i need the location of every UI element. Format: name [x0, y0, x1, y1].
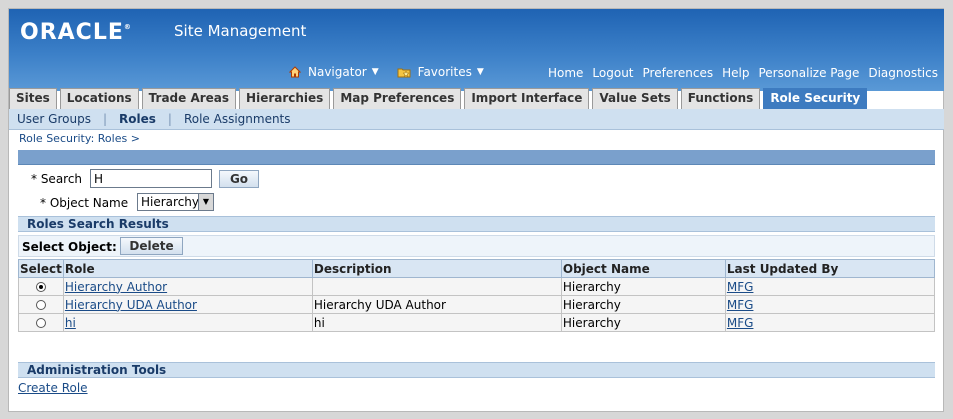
table-row: Hierarchy Author Hierarchy MFG — [18, 277, 936, 296]
tab-value-sets[interactable]: Value Sets — [592, 88, 678, 109]
column-header-role[interactable]: Role — [62, 259, 313, 278]
select-cell — [18, 277, 64, 296]
favorites-folder-icon — [397, 68, 411, 78]
breadcrumb-separator: > — [130, 132, 140, 145]
column-header-select: Select — [18, 259, 64, 278]
object-name-cell: Hierarchy — [560, 277, 726, 296]
brand-header: ORACLE® Site Management Navigator ▼ Favor… — [9, 9, 944, 91]
column-header-object-name[interactable]: Object Name — [560, 259, 726, 278]
tab-role-security[interactable]: Role Security — [763, 88, 868, 109]
object-name-cell: Hierarchy — [560, 295, 726, 314]
tab-locations[interactable]: Locations — [59, 88, 139, 109]
select-radio[interactable] — [35, 300, 46, 310]
search-label: * Search — [31, 172, 83, 186]
role-link[interactable]: Hierarchy Author — [65, 280, 167, 294]
role-cell: hi — [62, 313, 313, 332]
updated-by-link[interactable]: MFG — [727, 316, 754, 330]
page-frame: ORACLE® Site Management Navigator ▼ Favor… — [8, 8, 944, 412]
select-cell — [18, 295, 64, 314]
select-cell — [18, 313, 64, 332]
roles-search-results-header: Roles Search Results — [18, 216, 935, 232]
object-name-select[interactable]: Hierarchy ▼ — [137, 193, 214, 211]
favorites-label: Favorites — [417, 65, 472, 79]
search-input[interactable] — [90, 169, 212, 188]
updated-by-link[interactable]: MFG — [727, 298, 754, 312]
go-button[interactable]: Go — [219, 170, 259, 188]
object-name-value: Hierarchy — [141, 195, 200, 209]
column-header-last-updated-by[interactable]: Last Updated By — [724, 259, 936, 278]
main-tabs: Sites Locations Trade Areas Hierarchies … — [9, 88, 870, 109]
app-name: Site Management — [174, 22, 307, 40]
tab-trade-areas[interactable]: Trade Areas — [141, 88, 237, 109]
table-header-row: Select Role Description Object Name Last… — [18, 259, 936, 278]
oracle-logo: ORACLE® — [20, 20, 132, 45]
subtab-roles[interactable]: Roles — [119, 112, 156, 126]
description-cell: Hierarchy UDA Author — [311, 295, 562, 314]
home-link[interactable]: Home — [548, 66, 583, 80]
navigator-caret-icon: ▼ — [371, 67, 379, 77]
navigator-label: Navigator — [308, 65, 367, 79]
roles-results-table: Select Role Description Object Name Last… — [18, 259, 936, 332]
role-link[interactable]: hi — [65, 316, 76, 330]
logout-link[interactable]: Logout — [592, 66, 633, 80]
role-cell: Hierarchy UDA Author — [62, 295, 313, 314]
favorites-menu[interactable]: Favorites ▼ — [397, 65, 484, 79]
personalize-page-link[interactable]: Personalize Page — [758, 66, 859, 80]
global-links: Home Logout Preferences Help Personalize… — [539, 66, 938, 80]
tab-map-preferences[interactable]: Map Preferences — [333, 88, 462, 109]
table-row: Hierarchy UDA Author Hierarchy UDA Autho… — [18, 295, 936, 314]
delete-button[interactable]: Delete — [120, 237, 183, 255]
tab-import-interface[interactable]: Import Interface — [464, 88, 590, 109]
role-cell: Hierarchy Author — [62, 277, 313, 296]
updated-by-cell: MFG — [724, 277, 936, 296]
select-radio[interactable] — [35, 318, 46, 328]
description-cell — [311, 277, 562, 296]
subtab-separator: | — [167, 112, 172, 126]
updated-by-cell: MFG — [724, 313, 936, 332]
object-name-label: * Object Name — [40, 196, 129, 210]
sub-tabs: User Groups | Roles | Role Assignments — [9, 109, 944, 130]
column-header-description[interactable]: Description — [311, 259, 562, 278]
global-nav: Navigator ▼ Favorites ▼ — [289, 65, 502, 79]
table-row: hi hi Hierarchy MFG — [18, 313, 936, 332]
tab-sites[interactable]: Sites — [9, 88, 57, 109]
role-link[interactable]: Hierarchy UDA Author — [65, 298, 197, 312]
subtab-role-assignments[interactable]: Role Assignments — [184, 112, 291, 126]
preferences-link[interactable]: Preferences — [643, 66, 714, 80]
create-role-link[interactable]: Create Role — [18, 381, 88, 395]
diagnostics-link[interactable]: Diagnostics — [868, 66, 938, 80]
description-cell: hi — [311, 313, 562, 332]
updated-by-link[interactable]: MFG — [727, 280, 754, 294]
administration-tools-header: Administration Tools — [18, 362, 935, 378]
home-icon — [289, 66, 301, 78]
breadcrumb-role-security-roles[interactable]: Role Security: Roles — [19, 132, 127, 145]
search-header-bar — [18, 150, 935, 165]
dropdown-arrow-icon[interactable]: ▼ — [198, 194, 213, 210]
object-name-cell: Hierarchy — [560, 313, 726, 332]
favorites-caret-icon: ▼ — [476, 67, 484, 77]
help-link[interactable]: Help — [722, 66, 749, 80]
tab-functions[interactable]: Functions — [680, 88, 761, 109]
updated-by-cell: MFG — [724, 295, 936, 314]
subtab-user-groups[interactable]: User Groups — [17, 112, 91, 126]
navigator-menu[interactable]: Navigator ▼ — [289, 65, 379, 79]
create-role-container: Create Role — [18, 381, 88, 395]
tab-hierarchies[interactable]: Hierarchies — [239, 88, 331, 109]
select-object-label: Select Object: — [22, 240, 117, 254]
select-object-bar: Select Object: Delete — [18, 235, 935, 257]
breadcrumb: Role Security: Roles > — [19, 132, 140, 145]
select-radio[interactable] — [35, 282, 46, 292]
subtab-separator: | — [102, 112, 107, 126]
